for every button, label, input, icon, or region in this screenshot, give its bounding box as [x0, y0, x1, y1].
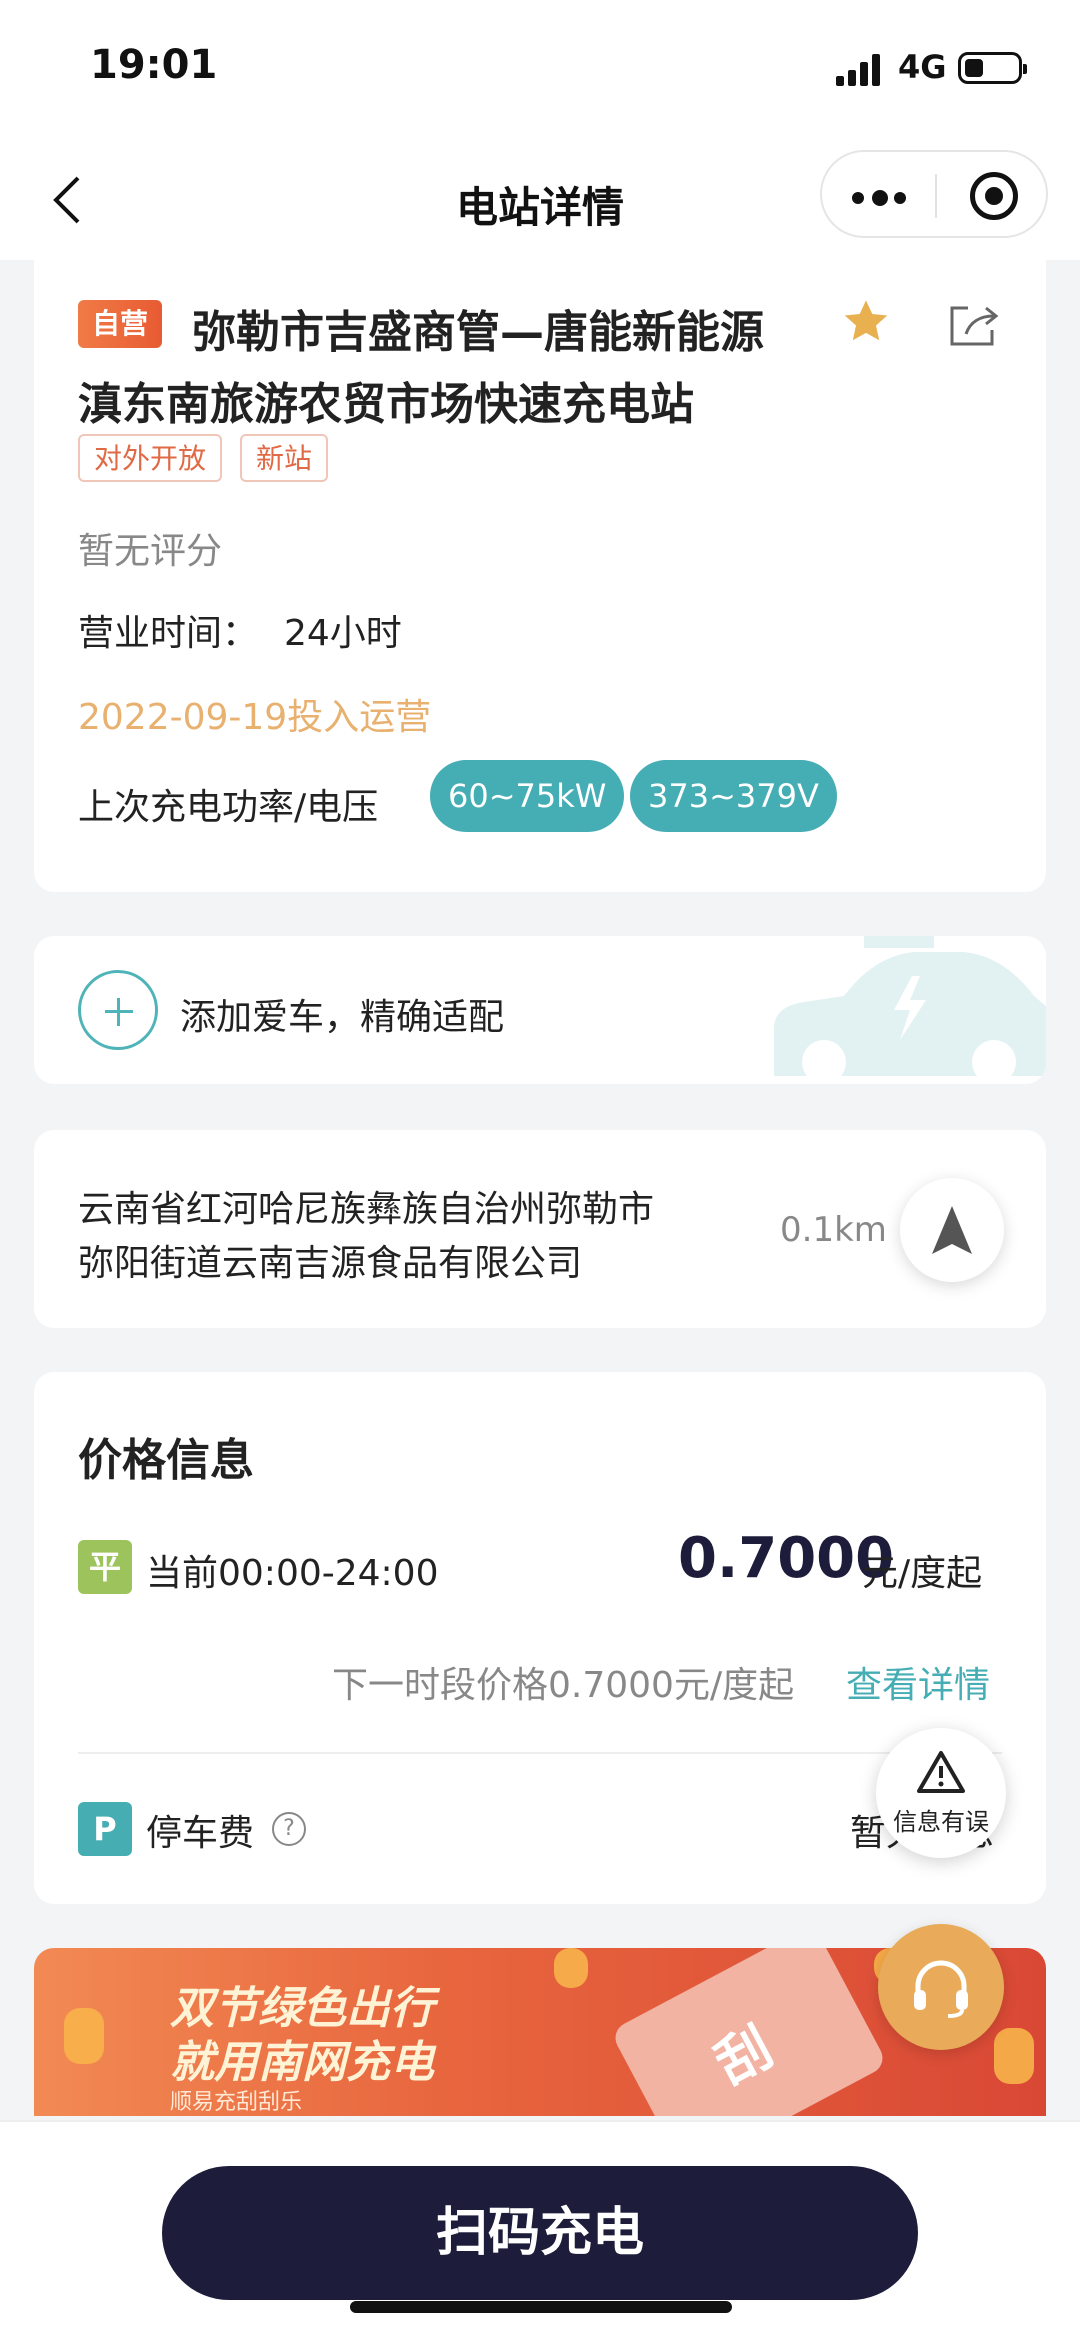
self-operated-badge: 自营 [78, 300, 163, 348]
flat-period-badge: 平 [78, 1540, 132, 1594]
help-question-icon[interactable]: ? [272, 1812, 306, 1846]
banner-line2: 就用南网充电 [170, 2037, 434, 2088]
navigate-button[interactable] [900, 1178, 1004, 1282]
battery-icon [958, 52, 1027, 84]
tag-new-station: 新站 [240, 434, 329, 482]
status-time: 19:01 [90, 42, 218, 88]
tag-open-public: 对外开放 [78, 434, 223, 482]
station-name-line2: 滇东南旅游农贸市场快速充电站 [78, 379, 694, 430]
customer-service-button[interactable] [878, 1924, 1004, 2050]
warning-icon [917, 1751, 965, 1793]
address-line1: 云南省红河哈尼族彝族自治州弥勒市 [78, 1189, 655, 1230]
status-bar: 19:01 4G [0, 0, 1080, 140]
rating-text: 暂无评分 [78, 531, 223, 572]
parking-badge: P [78, 1802, 132, 1856]
report-error-label: 信息有误 [893, 1808, 989, 1836]
lantern-icon [64, 2008, 104, 2064]
network-type: 4G [898, 48, 947, 86]
operation-date: 2022-09-19投入运营 [78, 697, 432, 738]
address-card: 云南省红河哈尼族彝族自治州弥勒市 弥阳街道云南吉源食品有限公司 0.1km [34, 1130, 1046, 1328]
hours-label: 营业时间： [78, 613, 259, 654]
price-title: 价格信息 [78, 1435, 254, 1486]
lantern-icon [554, 1948, 588, 1988]
station-name-line1: 弥勒市吉盛商管—唐能新能源 [192, 307, 764, 358]
add-car-text: 添加爱车，精确适配 [180, 997, 505, 1038]
report-error-button[interactable]: 信息有误 [876, 1728, 1006, 1858]
hours-value: 24小时 [284, 613, 402, 654]
parking-fee-label: 停车费 [146, 1813, 255, 1854]
favorite-star-icon[interactable] [840, 296, 892, 348]
divider [78, 1752, 1002, 1754]
current-period: 当前00:00-24:00 [146, 1553, 439, 1594]
headset-icon [914, 1960, 968, 2018]
car-illustration-icon [774, 936, 1046, 1084]
banner-line3: 顺易充刮刮乐 [170, 2090, 303, 2115]
price-unit: 元/度起 [862, 1553, 983, 1594]
nav-bar: 电站详情 [0, 140, 1080, 260]
scratch-ticket: 刮 [609, 1948, 889, 2116]
signal-icon [836, 52, 886, 86]
station-info-card: 自营 弥勒市吉盛商管—唐能新能源 滇东南旅游农贸市场快速充电站 对外开放 新站 … [34, 252, 1046, 892]
navigation-arrow-icon [932, 1206, 972, 1254]
more-icon[interactable] [852, 172, 912, 220]
close-miniprogram-icon[interactable] [970, 172, 1018, 220]
miniprogram-capsule [820, 150, 1048, 238]
home-indicator [350, 2301, 732, 2313]
power-pill: 60~75kW [430, 760, 625, 832]
scan-charge-button[interactable]: 扫码充电 [162, 2166, 918, 2300]
voltage-pill: 373~379V [630, 760, 837, 832]
ticket-text: 刮 [705, 2015, 783, 2097]
add-car-card[interactable]: 添加爱车，精确适配 [34, 936, 1046, 1084]
address-line2: 弥阳街道云南吉源食品有限公司 [78, 1243, 583, 1284]
distance-text: 0.1km [780, 1210, 887, 1250]
last-charge-label: 上次充电功率/电压 [78, 787, 379, 828]
add-icon[interactable] [78, 970, 158, 1050]
view-details-link[interactable]: 查看详情 [846, 1656, 990, 1708]
share-icon[interactable] [946, 300, 1000, 348]
next-period-price: 下一时段价格0.7000元/度起 [332, 1665, 795, 1706]
lantern-icon [994, 2028, 1034, 2084]
